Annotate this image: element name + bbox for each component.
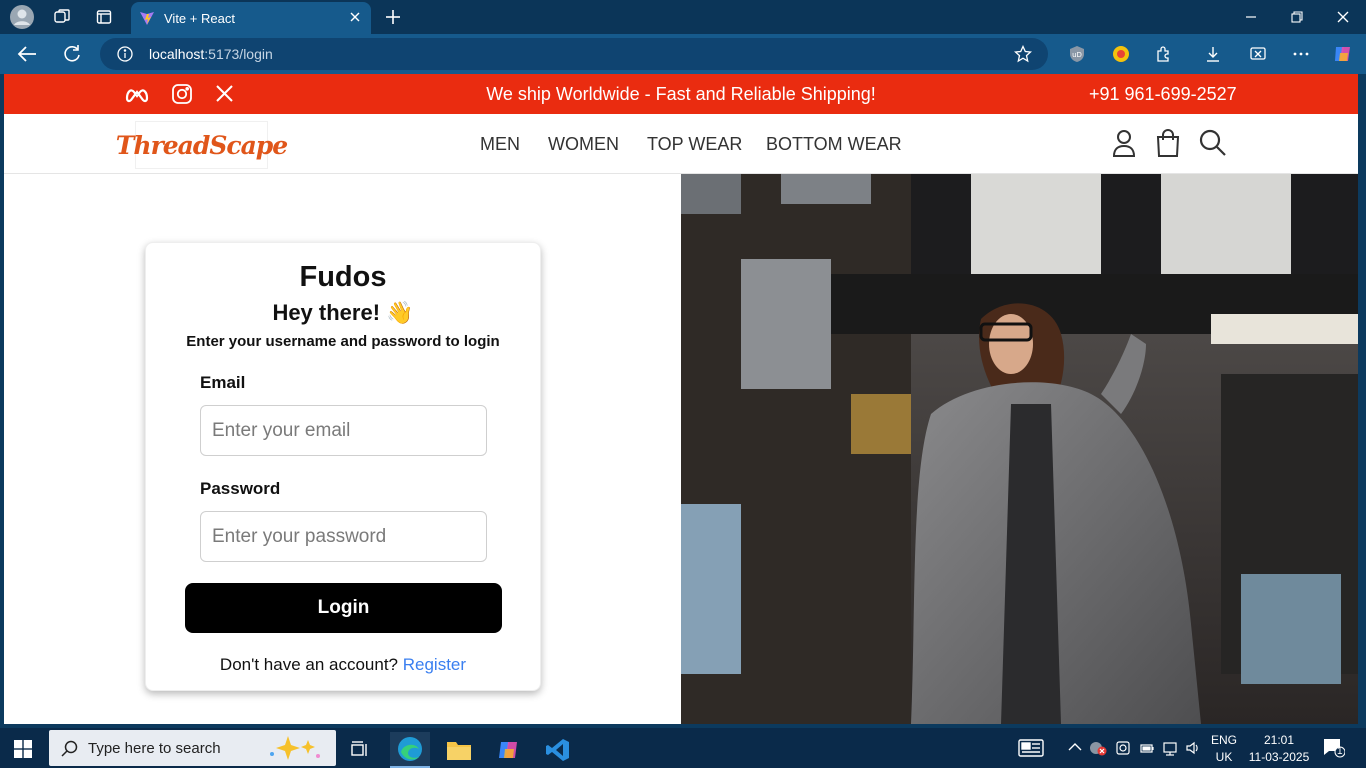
register-prompt: Don't have an account? Register bbox=[146, 655, 540, 675]
file-explorer-icon[interactable] bbox=[439, 732, 479, 768]
vite-logo-icon bbox=[139, 10, 155, 26]
copilot-icon[interactable] bbox=[1332, 43, 1354, 65]
downloads-icon[interactable] bbox=[1204, 45, 1222, 63]
nav-women[interactable]: WOMEN bbox=[548, 134, 619, 155]
network-error-icon[interactable] bbox=[1089, 740, 1107, 756]
refresh-icon[interactable] bbox=[62, 44, 82, 64]
tab-title: Vite + React bbox=[164, 11, 235, 26]
login-button[interactable]: Login bbox=[185, 583, 502, 633]
email-label: Email bbox=[200, 373, 246, 392]
register-link[interactable]: Register bbox=[403, 655, 466, 674]
tab-active[interactable]: Vite + React bbox=[131, 2, 371, 34]
clock-time: 21:01 bbox=[1263, 733, 1295, 747]
language-indicator[interactable]: ENG UK bbox=[1206, 733, 1242, 764]
hero-image bbox=[681, 174, 1358, 724]
nav-top-wear[interactable]: TOP WEAR bbox=[647, 134, 742, 155]
login-subtitle: Enter your username and password to logi… bbox=[186, 333, 500, 350]
extension-color-icon[interactable] bbox=[1112, 45, 1130, 63]
browser-tab-bar: Vite + React bbox=[0, 0, 1366, 34]
browser-toolbar: localhost:5173/login uD bbox=[0, 34, 1366, 74]
restore-icon[interactable] bbox=[1282, 6, 1312, 28]
task-view-icon[interactable] bbox=[340, 732, 380, 768]
url-text: localhost:5173/login bbox=[149, 46, 273, 62]
login-brand: Fudos bbox=[299, 261, 387, 293]
screenshot-icon[interactable] bbox=[1249, 45, 1267, 63]
edge-app-icon[interactable] bbox=[390, 732, 430, 768]
wifi-icon[interactable] bbox=[1162, 740, 1178, 756]
battery-icon[interactable] bbox=[1139, 740, 1155, 756]
extensions-icon[interactable] bbox=[1155, 45, 1173, 63]
windows-start-icon[interactable] bbox=[14, 740, 32, 758]
windows-taskbar: Type here to search ENG UK 21:01 11-03-2… bbox=[0, 728, 1366, 768]
clock-date: 11-03-2025 bbox=[1248, 750, 1310, 764]
copilot-app-icon[interactable] bbox=[489, 732, 529, 768]
news-widget-icon[interactable] bbox=[1018, 739, 1044, 757]
more-menu-icon[interactable] bbox=[1292, 45, 1310, 63]
promo-phone[interactable]: +91 961-699-2527 bbox=[1089, 84, 1237, 105]
clock[interactable]: 21:01 11-03-2025 bbox=[1244, 733, 1314, 764]
svg-text:uD: uD bbox=[1072, 51, 1082, 59]
close-tab-icon[interactable] bbox=[348, 10, 362, 24]
password-input[interactable] bbox=[200, 511, 487, 562]
web-page: We ship Worldwide - Fast and Reliable Sh… bbox=[4, 74, 1358, 724]
show-hidden-icons-icon[interactable] bbox=[1068, 742, 1082, 752]
taskbar-search-placeholder: Type here to search bbox=[88, 740, 221, 757]
favorite-star-icon[interactable] bbox=[1014, 45, 1032, 63]
password-label: Password bbox=[200, 479, 281, 498]
vscode-app-icon[interactable] bbox=[538, 732, 578, 768]
search-highlight-icon bbox=[264, 734, 324, 762]
login-card: Fudos Hey there! 👋 Enter your username a… bbox=[145, 242, 541, 691]
site-header: ThreadScape MEN WOMEN TOP WEAR BOTTOM WE… bbox=[4, 114, 1358, 174]
back-icon[interactable] bbox=[16, 44, 38, 64]
email-input[interactable] bbox=[200, 405, 487, 456]
nav-bottom-wear[interactable]: BOTTOM WEAR bbox=[766, 134, 902, 155]
profile-icon[interactable] bbox=[9, 5, 35, 29]
taskbar-search-icon bbox=[61, 740, 78, 757]
volume-icon[interactable] bbox=[1185, 740, 1201, 756]
workspaces-icon[interactable] bbox=[49, 5, 75, 29]
ublock-icon[interactable]: uD bbox=[1068, 45, 1086, 63]
nav-men[interactable]: MEN bbox=[480, 134, 520, 155]
promo-bar: We ship Worldwide - Fast and Reliable Sh… bbox=[4, 74, 1358, 114]
language-top: ENG bbox=[1210, 733, 1237, 747]
site-logo[interactable]: ThreadScape bbox=[116, 121, 288, 169]
address-bar[interactable]: localhost:5173/login bbox=[100, 38, 1048, 70]
register-prompt-text: Don't have an account? bbox=[219, 655, 399, 674]
minimize-icon[interactable] bbox=[1236, 6, 1266, 28]
user-icon[interactable] bbox=[1109, 128, 1139, 158]
notifications-icon[interactable]: 1 bbox=[1323, 738, 1345, 758]
login-greeting: Hey there! 👋 bbox=[272, 300, 414, 325]
camera-tray-icon[interactable] bbox=[1115, 740, 1131, 756]
close-window-icon[interactable] bbox=[1328, 6, 1358, 28]
site-info-icon[interactable] bbox=[117, 46, 133, 62]
taskbar-search-box[interactable]: Type here to search bbox=[49, 730, 336, 766]
login-section: Fudos Hey there! 👋 Enter your username a… bbox=[4, 174, 681, 724]
language-bottom: UK bbox=[1215, 750, 1233, 764]
search-icon[interactable] bbox=[1198, 128, 1228, 158]
tab-actions-icon[interactable] bbox=[91, 5, 117, 29]
new-tab-icon[interactable] bbox=[380, 5, 406, 29]
shopping-bag-icon[interactable] bbox=[1153, 128, 1183, 158]
notification-count: 1 bbox=[1337, 746, 1343, 757]
